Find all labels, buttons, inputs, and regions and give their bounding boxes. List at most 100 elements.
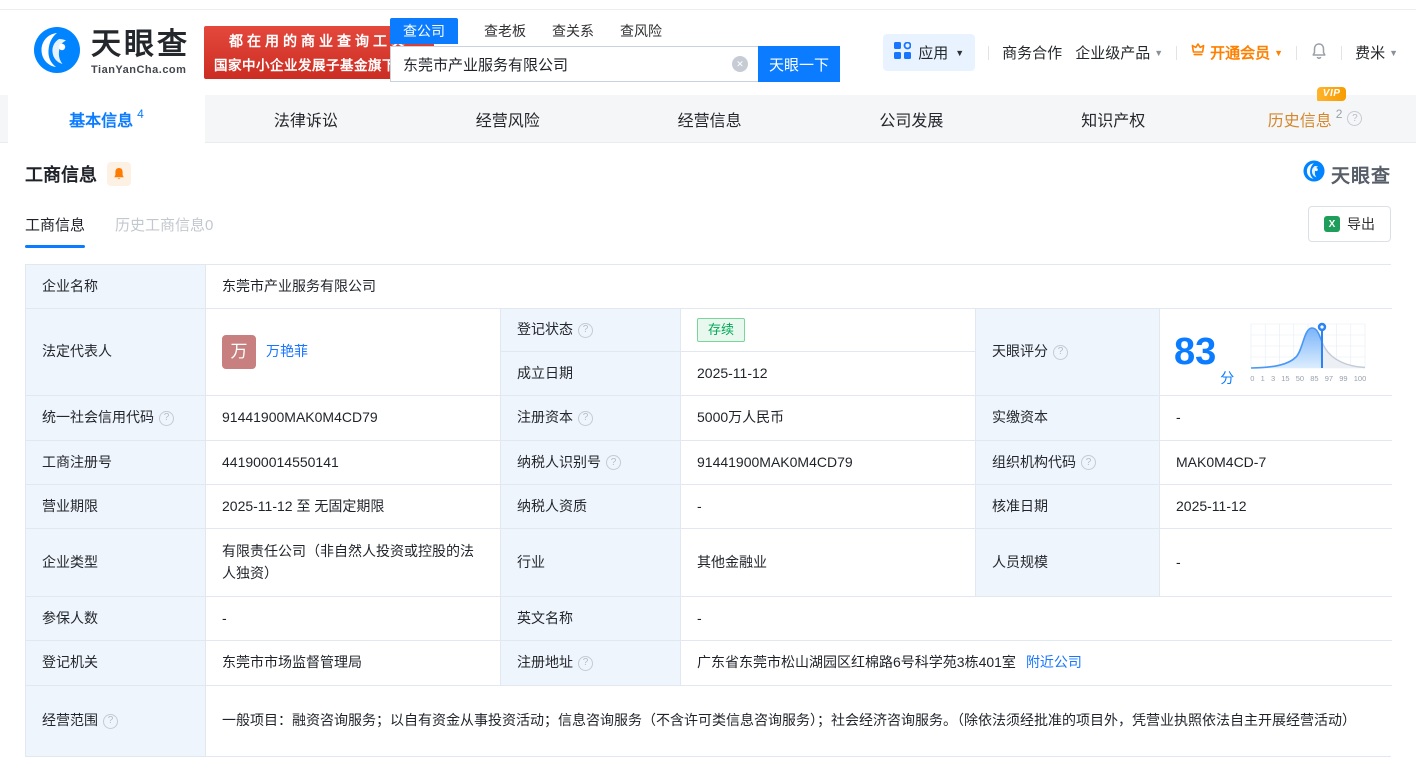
- tick-50: 50: [1295, 373, 1305, 383]
- tick-0: 0: [1250, 373, 1255, 383]
- search-button[interactable]: 天眼一下: [758, 46, 840, 82]
- business-info-table: 企业名称 东莞市产业服务有限公司 法定代表人 万 万艳菲 登记状态 ? 存续 成…: [25, 264, 1392, 757]
- establish-date-value: 2025-11-12: [681, 352, 976, 396]
- site-header: 天眼查 TianYanCha.com 都在用的商业查询工具 国家中小企业发展子基…: [0, 10, 1416, 95]
- nav-cooperation[interactable]: 商务合作: [1002, 42, 1062, 63]
- question-icon[interactable]: ?: [103, 713, 118, 729]
- credit-code-label: 统一社会信用代码 ?: [26, 396, 206, 441]
- logo-text: 天眼查 TianYanCha.com: [91, 27, 190, 76]
- search-tab-boss[interactable]: 查老板: [484, 18, 526, 44]
- paid-capital-label: 实缴资本: [976, 396, 1160, 441]
- insured-count-label: 参保人数: [26, 597, 206, 641]
- tab-basic-info-label: 基本信息: [69, 112, 134, 130]
- subtab-business-info[interactable]: 工商信息: [25, 214, 86, 248]
- org-code-label: 组织机构代码 ?: [976, 441, 1160, 485]
- tab-legal-lawsuits[interactable]: 法律诉讼: [205, 95, 407, 142]
- search-row: ✕ 天眼一下: [390, 46, 840, 82]
- brand-name: 天眼查: [91, 27, 190, 61]
- credit-code-value: 91441900MAK0M4CD79: [206, 396, 501, 441]
- apps-label: 应用: [918, 45, 949, 62]
- score-unit: 分: [1220, 370, 1235, 387]
- search-input[interactable]: [390, 46, 758, 82]
- question-icon[interactable]: ?: [1081, 455, 1096, 470]
- section-title: 工商信息: [25, 165, 97, 185]
- question-icon[interactable]: ?: [1347, 111, 1363, 126]
- english-name-label: 英文名称: [501, 597, 681, 641]
- org-code-label-text: 组织机构代码: [992, 453, 1076, 470]
- subtab-history-business-info[interactable]: 历史工商信息0: [115, 214, 213, 248]
- legal-rep-label: 法定代表人: [26, 309, 206, 396]
- reg-capital-label: 注册资本 ?: [501, 396, 681, 441]
- status-badge: 存续: [697, 317, 746, 343]
- export-button[interactable]: X 导出: [1308, 206, 1391, 242]
- username-label: 费米: [1355, 45, 1386, 62]
- nearby-companies-link[interactable]: 附近公司: [1026, 652, 1082, 674]
- tab-history-info[interactable]: 历史信息 2 ? VIP: [1214, 86, 1416, 142]
- nav-enterprise-products[interactable]: 企业级产品 ▼: [1075, 42, 1163, 63]
- site-logo[interactable]: 天眼查 TianYanCha.com: [33, 26, 190, 79]
- question-icon[interactable]: ?: [578, 322, 593, 338]
- open-vip-label: 开通会员: [1210, 45, 1271, 62]
- clear-search-icon[interactable]: ✕: [732, 56, 748, 72]
- insured-count-value: -: [206, 597, 501, 641]
- search-module: 查公司 查老板 查关系 查风险 ✕ 天眼一下: [390, 18, 840, 82]
- nav-divider: [1341, 45, 1343, 60]
- chevron-down-icon: ▼: [1274, 47, 1284, 58]
- business-scope-value: 一般项目：融资咨询服务；以自有资金从事投资活动；信息咨询服务（不含许可类信息咨询…: [206, 686, 1392, 756]
- staff-size-label: 人员规模: [976, 529, 1160, 597]
- apps-grid-icon: [894, 41, 912, 63]
- company-type-value: 有限责任公司（非自然人投资或控股的法人独资）: [206, 529, 501, 597]
- paid-capital-value: -: [1160, 396, 1392, 441]
- chevron-down-icon: ▼: [955, 47, 965, 58]
- apps-menu[interactable]: 应用 ▼: [883, 34, 976, 71]
- company-tab-bar: 基本信息 4 法律诉讼 经营风险 经营信息 公司发展 知识产权 历史信息 2 ?…: [0, 86, 1416, 143]
- company-name-label: 企业名称: [26, 265, 206, 309]
- notification-bell-icon[interactable]: [1310, 42, 1328, 64]
- tick-99: 99: [1339, 373, 1348, 383]
- top-divider: [0, 0, 1416, 10]
- legal-rep-value: 万 万艳菲: [206, 309, 501, 396]
- search-tabs: 查公司 查老板 查关系 查风险: [390, 18, 840, 44]
- score-axis-ticks: 0 1 3 15 50 85 97 99 100: [1250, 373, 1366, 385]
- excel-icon: X: [1324, 216, 1340, 232]
- legal-rep-avatar[interactable]: 万: [222, 335, 256, 369]
- question-icon[interactable]: ?: [606, 455, 621, 470]
- subscribe-bell-icon[interactable]: [107, 162, 131, 186]
- tab-intellectual-property-label: 知识产权: [1081, 112, 1146, 130]
- search-tab-relation[interactable]: 查关系: [552, 18, 594, 44]
- business-term-value: 2025-11-12 至 无固定期限: [206, 485, 501, 529]
- legal-rep-name-link[interactable]: 万艳菲: [266, 341, 308, 363]
- business-term-label: 营业期限: [26, 485, 206, 529]
- staff-size-value: -: [1160, 529, 1392, 597]
- taxpayer-id-value: 91441900MAK0M4CD79: [681, 441, 976, 485]
- nav-divider: [988, 45, 990, 60]
- brand-domain: TianYanCha.com: [91, 63, 187, 76]
- tianyancha-company-page: 天眼查 TianYanCha.com 都在用的商业查询工具 国家中小企业发展子基…: [0, 0, 1416, 763]
- taxpayer-quality-value: -: [681, 485, 976, 529]
- org-code-value: MAK0M4CD-7: [1160, 441, 1392, 485]
- enterprise-products-label: 企业级产品: [1075, 45, 1151, 62]
- tab-operating-risk[interactable]: 经营风险: [407, 95, 609, 142]
- industry-label: 行业: [501, 529, 681, 597]
- section-header: 工商信息 天眼查: [25, 160, 1391, 188]
- business-scope-label: 经营范围 ?: [26, 686, 206, 756]
- credit-code-label-text: 统一社会信用代码: [42, 409, 154, 426]
- reg-address-label-text: 注册地址: [517, 654, 573, 671]
- nav-open-vip[interactable]: 开通会员 ▼: [1190, 42, 1283, 63]
- tab-basic-info[interactable]: 基本信息 4: [8, 95, 205, 143]
- score-distribution-chart: 0 1 3 15 50 85 97 99 100: [1246, 320, 1370, 385]
- question-icon[interactable]: ?: [159, 410, 174, 426]
- search-input-wrap: ✕: [390, 46, 758, 82]
- establish-date-label: 成立日期: [501, 352, 681, 396]
- question-icon[interactable]: ?: [578, 655, 593, 671]
- tab-company-development[interactable]: 公司发展: [810, 95, 1012, 142]
- question-icon[interactable]: ?: [578, 410, 593, 426]
- search-tab-risk[interactable]: 查风险: [620, 18, 662, 44]
- business-scope-label-text: 经营范围: [42, 712, 98, 729]
- search-tab-company[interactable]: 查公司: [390, 18, 458, 44]
- tab-intellectual-property[interactable]: 知识产权: [1012, 95, 1214, 142]
- tab-operating-info[interactable]: 经营信息: [609, 95, 811, 142]
- user-menu[interactable]: 费米 ▼: [1355, 42, 1398, 63]
- tick-97: 97: [1324, 373, 1334, 383]
- question-icon[interactable]: ?: [1053, 344, 1068, 360]
